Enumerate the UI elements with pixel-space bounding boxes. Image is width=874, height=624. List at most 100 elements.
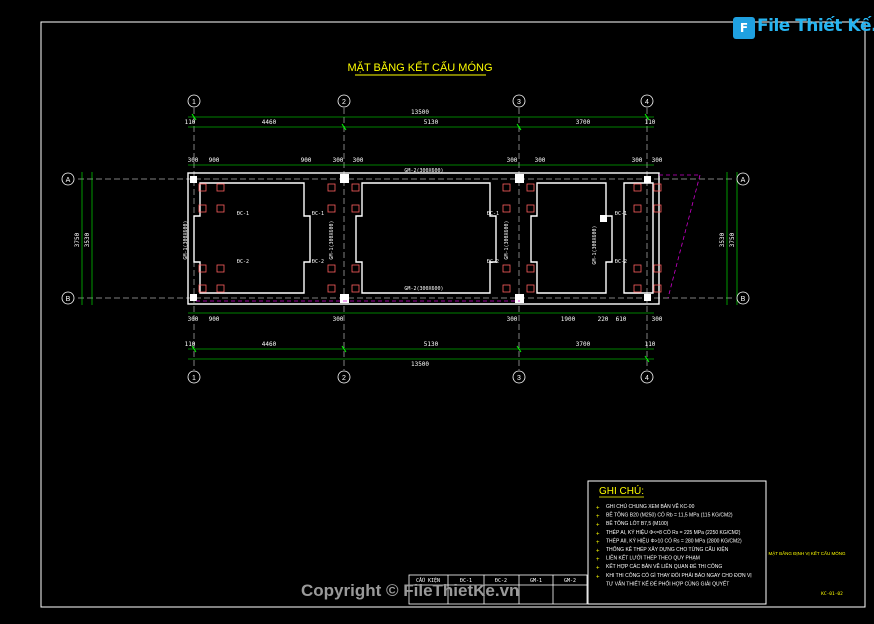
dimension-lines <box>81 116 738 360</box>
footing-label-6: ĐC-2 <box>487 259 499 265</box>
dim-small-16: 610 <box>616 316 627 323</box>
grid-label-3-bottom: 3 <box>517 375 521 382</box>
sheet-code: KC-01-02 <box>821 591 843 597</box>
note-bullet-icon: + <box>596 514 600 520</box>
dim-vert-right-inner: 3530 <box>719 232 726 247</box>
note-bullet-icon: + <box>596 540 600 546</box>
grid-label-2-top: 2 <box>342 99 346 106</box>
dim-small-14: 1900 <box>561 316 576 323</box>
dim-overall-bottom: 13500 <box>411 361 429 368</box>
dim-small-17: 300 <box>652 316 663 323</box>
dim-overall-top: 13500 <box>411 109 429 116</box>
foundation-beams <box>187 172 660 305</box>
grid-label-1-bottom: 1 <box>192 375 196 382</box>
grid-label-a-left: A <box>66 177 71 184</box>
grid-label-a-right: A <box>741 177 746 184</box>
dim-span-bottom-1: 4460 <box>262 341 277 348</box>
grid-label-3-top: 3 <box>517 99 521 106</box>
dim-small-10: 900 <box>209 316 220 323</box>
notes-heading: GHI CHÚ: <box>599 484 644 497</box>
grid-label-b-right: B <box>741 296 746 303</box>
beam-label-mid: GM-1(300X600) <box>329 220 335 259</box>
note-item: THỐNG KÊ THÉP XÂY DỰNG CHO TỪNG CẤU KIỆN <box>606 545 729 553</box>
dim-edge-bottom-right: 110 <box>645 341 656 348</box>
note-bullet-icon: + <box>596 574 600 580</box>
column-posts <box>190 174 651 303</box>
note-bullet-icon: + <box>596 566 600 572</box>
sheet-name: MẶT BẰNG ĐỊNH VỊ KẾT CẤU MÓNG <box>768 549 846 556</box>
dim-small-3: 900 <box>301 157 312 164</box>
dim-small-9: 300 <box>652 157 663 164</box>
note-bullet-icon: + <box>596 523 600 529</box>
note-item: THÉP AII, KÝ HIỆU Φ>10 CÓ Rs = 280 MPa (… <box>606 536 742 544</box>
footing-label-5: ĐC-1 <box>487 211 499 217</box>
notes-list: + GHI CHÚ CHUNG XEM BẢN VẼ KC-00 + BÊ TÔNG … <box>596 503 752 587</box>
note-item: TƯ VẤN THIẾT KẾ ĐỂ PHỐI HỢP CÙNG GIẢI QU… <box>606 580 729 587</box>
dim-vert-left-inner: 3530 <box>84 232 91 247</box>
grid-bubble-labels: 1 2 3 4 1 2 3 4 A B A B <box>66 99 746 382</box>
footing-label-2: ĐC-2 <box>237 259 249 265</box>
dim-span-top-2: 5130 <box>424 119 439 126</box>
note-bullet-icon: + <box>596 549 600 555</box>
footing-label-4: ĐC-2 <box>312 259 324 265</box>
grid-label-1-top: 1 <box>192 99 196 106</box>
dim-small-8: 300 <box>632 157 643 164</box>
note-item: THÉP AI, KÝ HIỆU Φ<=8 CÓ Rs = 225 MPa (2… <box>606 528 741 536</box>
footing-label-7: ĐC-1 <box>615 211 627 217</box>
footing-labels: ĐC-1 ĐC-2 ĐC-1 ĐC-2 ĐC-1 ĐC-2 ĐC-1 ĐC-2 <box>237 211 627 265</box>
cad-drawing-canvas: MẶT BẰNG KẾT CẤU MÓNG 13500 4460 5130 37… <box>40 21 866 608</box>
drawing-title: MẶT BẰNG KẾT CẤU MÓNG <box>347 61 492 74</box>
footing-label-3: ĐC-1 <box>312 211 324 217</box>
note-item: KẾT HỢP CÁC BẢN VẼ LIÊN QUAN ĐỂ THI CÔNG <box>606 562 722 570</box>
dim-span-top-1: 4460 <box>262 119 277 126</box>
dim-small-11: 300 <box>188 316 199 323</box>
grid-label-4-bottom: 4 <box>645 375 649 382</box>
beam-labels: GM-2(300X600) GM-1(300X600) GM-1(300X600… <box>183 168 598 292</box>
dim-edge-bottom-left: 110 <box>185 341 196 348</box>
dim-span-bottom-3: 3700 <box>576 341 591 348</box>
beam-label-mid-2: GM-1(300X600) <box>504 220 510 259</box>
note-item: BÊ TÔNG B20 (M250) CÓ Rb = 11,5 MPa (115… <box>606 511 733 519</box>
dim-small-5: 300 <box>353 157 364 164</box>
footing-label-8: ĐC-2 <box>615 259 627 265</box>
beam-label-left: GM-1(300X600) <box>183 220 189 259</box>
logo-text: File Thiết Kế.vn <box>757 16 874 36</box>
grid-label-4-top: 4 <box>645 99 649 106</box>
note-item: BÊ TÔNG LÓT B7,5 (M100) <box>606 519 669 527</box>
table-header-4: GM-1 <box>530 578 542 584</box>
dim-small-7: 300 <box>535 157 546 164</box>
dim-span-bottom-2: 5130 <box>424 341 439 348</box>
note-item: LIÊN KẾT LƯỚI THÉP THEO QUY PHẠM <box>606 554 700 562</box>
dim-small-12: 300 <box>333 316 344 323</box>
dimension-text-vertical: 3750 3530 3530 3750 <box>74 232 736 247</box>
beam-label-right: GM-1(300X600) <box>592 225 598 264</box>
logo-mark-icon: F <box>733 17 755 39</box>
beam-label-bottom: GM-2(300X600) <box>404 286 443 292</box>
dim-small-6: 300 <box>507 157 518 164</box>
dim-small-1: 300 <box>188 157 199 164</box>
grid-label-2-bottom: 2 <box>342 375 346 382</box>
dimension-ticks <box>191 113 650 363</box>
note-item: KHI THI CÔNG CÓ GÌ THAY ĐỔI PHẢI BÁO NGA… <box>606 572 752 579</box>
dim-small-13: 300 <box>507 316 518 323</box>
dim-small-15: 220 <box>598 316 609 323</box>
grid-bubbles <box>61 94 750 384</box>
dim-small-4: 300 <box>333 157 344 164</box>
table-header-5: GM-2 <box>564 578 576 584</box>
note-bullet-icon: + <box>596 557 600 563</box>
note-item: GHI CHÚ CHUNG XEM BẢN VẼ KC-00 <box>606 503 695 510</box>
dim-span-top-3: 3700 <box>576 119 591 126</box>
grid-label-b-left: B <box>66 296 71 303</box>
dim-edge-top-left: 110 <box>185 119 196 126</box>
filethietke-logo: F File Thiết Kế.vn <box>733 14 874 42</box>
note-bullet-icon: + <box>596 506 600 512</box>
beam-label-top: GM-2(300X600) <box>404 168 443 174</box>
dim-edge-top-right: 110 <box>645 119 656 126</box>
note-bullet-icon: + <box>596 531 600 537</box>
dim-small-2: 900 <box>209 157 220 164</box>
footing-label-1: ĐC-1 <box>237 211 249 217</box>
drawing-frame <box>40 21 866 608</box>
copyright-watermark: Copyright © FileThietKe.vn <box>301 581 520 600</box>
grid-axes <box>78 108 735 370</box>
dim-vert-left-total: 3750 <box>74 232 81 247</box>
